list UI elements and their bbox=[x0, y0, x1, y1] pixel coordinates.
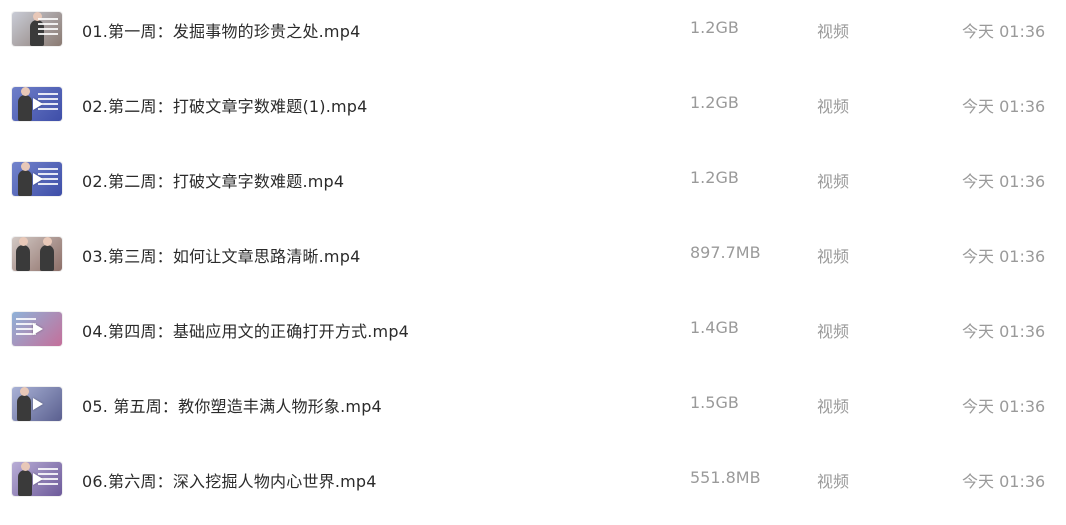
thumbnail-person bbox=[16, 237, 30, 271]
file-type: 视频 bbox=[817, 97, 850, 116]
play-icon bbox=[33, 173, 43, 185]
video-thumbnail[interactable] bbox=[12, 162, 62, 196]
thumbnail-text-lines bbox=[38, 18, 58, 38]
file-name[interactable]: 06.第六周：深入挖掘人物内心世界.mp4 bbox=[82, 468, 377, 492]
video-thumbnail[interactable] bbox=[12, 312, 62, 346]
thumbnail-person bbox=[18, 87, 32, 121]
file-modified-time: 今天 01:36 bbox=[962, 397, 1046, 416]
thumbnail-person bbox=[40, 237, 54, 271]
file-size: 1.2GB bbox=[690, 168, 739, 187]
file-row[interactable]: 02.第二周：打破文章字数难题(1).mp4 1.2GB 视频 今天 01:36 bbox=[0, 75, 1066, 150]
file-row[interactable]: 02.第二周：打破文章字数难题.mp4 1.2GB 视频 今天 01:36 bbox=[0, 150, 1066, 225]
thumbnail-person bbox=[18, 162, 32, 196]
file-modified-time: 今天 01:36 bbox=[962, 472, 1046, 491]
video-thumbnail[interactable] bbox=[12, 387, 62, 421]
file-row[interactable]: 01.第一周：发掘事物的珍贵之处.mp4 1.2GB 视频 今天 01:36 bbox=[0, 0, 1066, 75]
file-modified-time: 今天 01:36 bbox=[962, 22, 1046, 41]
file-type: 视频 bbox=[817, 322, 850, 341]
file-size: 1.2GB bbox=[690, 93, 739, 112]
play-icon bbox=[33, 98, 43, 110]
file-type: 视频 bbox=[817, 172, 850, 191]
file-name[interactable]: 05. 第五周：教你塑造丰满人物形象.mp4 bbox=[82, 393, 382, 417]
file-name[interactable]: 01.第一周：发掘事物的珍贵之处.mp4 bbox=[82, 18, 360, 42]
file-size: 897.7MB bbox=[690, 243, 761, 262]
file-size: 1.4GB bbox=[690, 318, 739, 337]
video-thumbnail[interactable] bbox=[12, 12, 62, 46]
file-modified-time: 今天 01:36 bbox=[962, 172, 1046, 191]
file-size: 1.5GB bbox=[690, 393, 739, 412]
file-type: 视频 bbox=[817, 22, 850, 41]
play-icon bbox=[33, 473, 43, 485]
file-name[interactable]: 02.第二周：打破文章字数难题(1).mp4 bbox=[82, 93, 368, 117]
file-name[interactable]: 04.第四周：基础应用文的正确打开方式.mp4 bbox=[82, 318, 409, 342]
file-row[interactable]: 04.第四周：基础应用文的正确打开方式.mp4 1.4GB 视频 今天 01:3… bbox=[0, 300, 1066, 375]
file-type: 视频 bbox=[817, 397, 850, 416]
file-list: 01.第一周：发掘事物的珍贵之处.mp4 1.2GB 视频 今天 01:36 0… bbox=[0, 0, 1066, 505]
file-type: 视频 bbox=[817, 247, 850, 266]
play-icon bbox=[33, 323, 43, 335]
file-row[interactable]: 05. 第五周：教你塑造丰满人物形象.mp4 1.5GB 视频 今天 01:36 bbox=[0, 375, 1066, 450]
video-thumbnail[interactable] bbox=[12, 87, 62, 121]
file-size: 1.2GB bbox=[690, 18, 739, 37]
file-row[interactable]: 03.第三周：如何让文章思路清晰.mp4 897.7MB 视频 今天 01:36 bbox=[0, 225, 1066, 300]
file-name[interactable]: 02.第二周：打破文章字数难题.mp4 bbox=[82, 168, 344, 192]
video-thumbnail[interactable] bbox=[12, 462, 62, 496]
play-icon bbox=[33, 398, 43, 410]
file-modified-time: 今天 01:36 bbox=[962, 247, 1046, 266]
file-modified-time: 今天 01:36 bbox=[962, 97, 1046, 116]
thumbnail-person bbox=[17, 387, 31, 421]
file-modified-time: 今天 01:36 bbox=[962, 322, 1046, 341]
file-row[interactable]: 06.第六周：深入挖掘人物内心世界.mp4 551.8MB 视频 今天 01:3… bbox=[0, 450, 1066, 525]
file-size: 551.8MB bbox=[690, 468, 761, 487]
thumbnail-person bbox=[18, 462, 32, 496]
video-thumbnail[interactable] bbox=[12, 237, 62, 271]
file-name[interactable]: 03.第三周：如何让文章思路清晰.mp4 bbox=[82, 243, 360, 267]
file-type: 视频 bbox=[817, 472, 850, 491]
